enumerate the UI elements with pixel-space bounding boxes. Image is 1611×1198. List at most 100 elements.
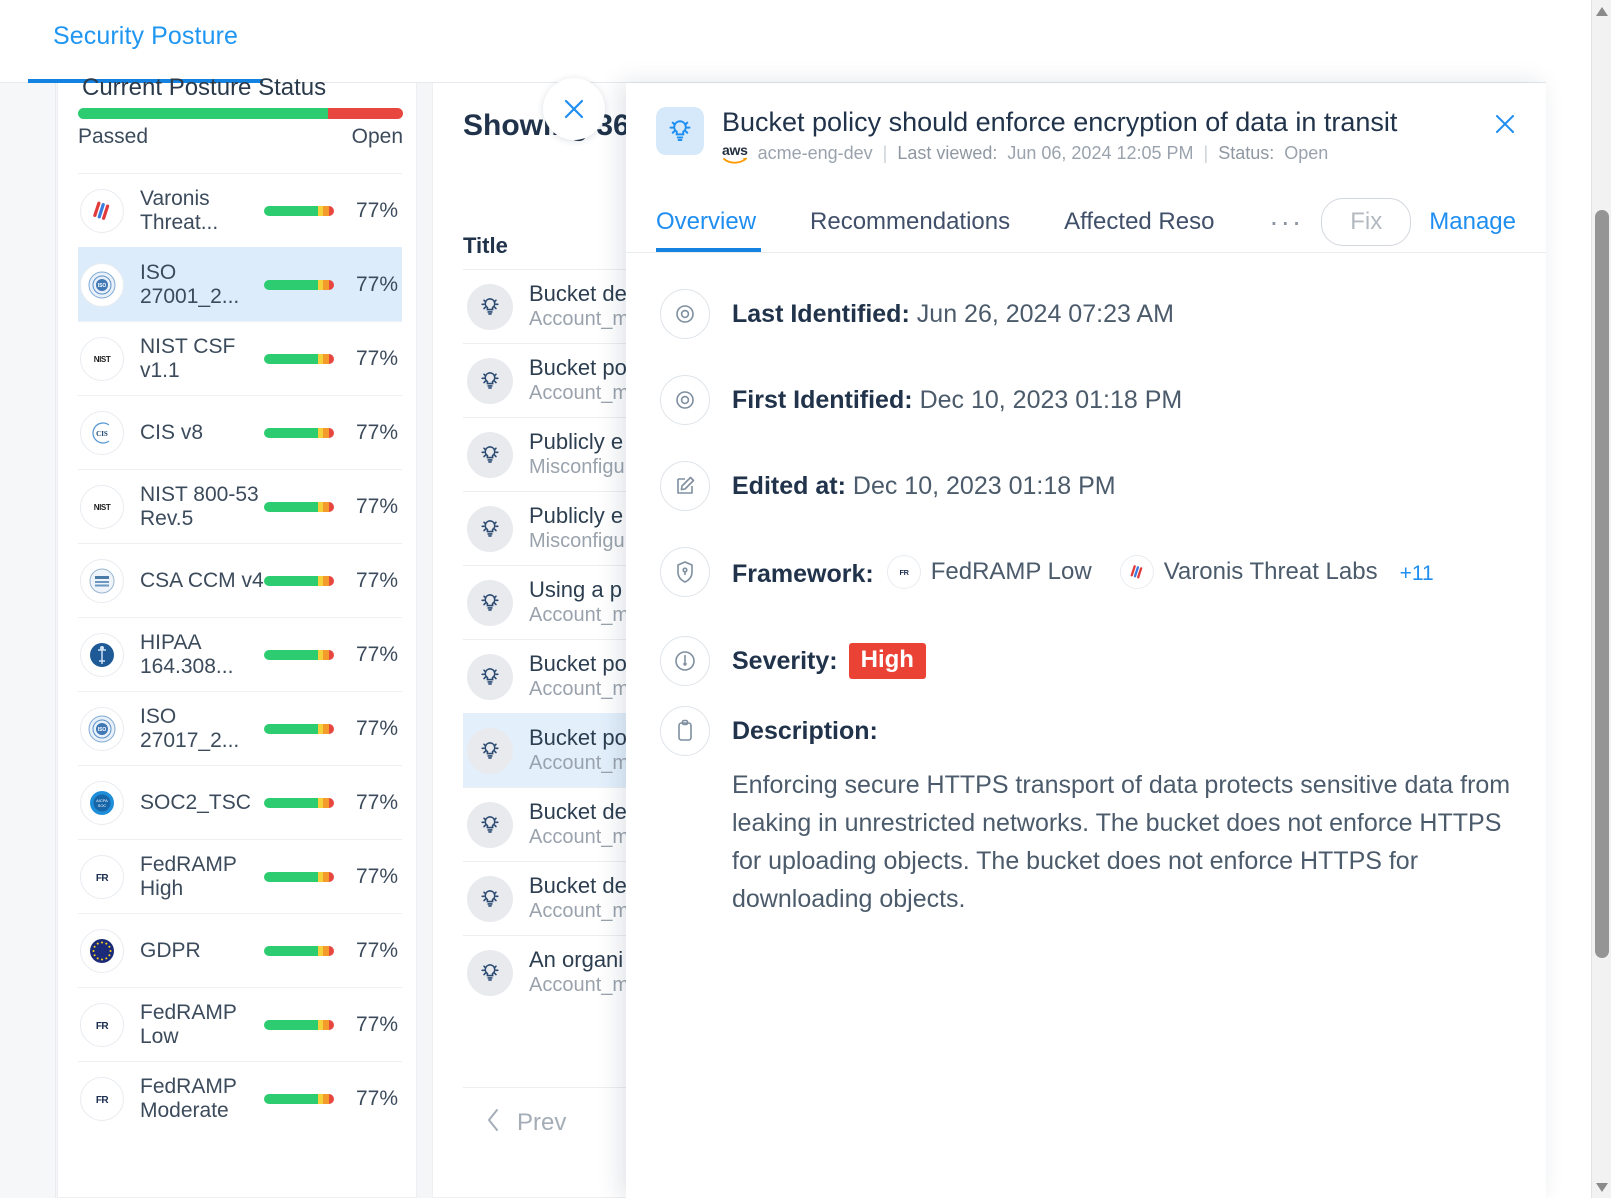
findings-row-subtitle: Account_m: [529, 974, 630, 996]
drawer-sub-divider-2: |: [1203, 143, 1209, 163]
varonis-logo-icon: [80, 188, 124, 233]
findings-column-title: Title: [463, 233, 508, 258]
framework-chip[interactable]: Varonis Threat Labs: [1119, 547, 1400, 597]
drawer-close-button[interactable]: [1490, 109, 1520, 139]
aws-logo-icon: aws: [722, 143, 748, 164]
framework-row[interactable]: ISO ISO 27017_2... 77%: [78, 691, 402, 765]
finding-bulb-icon: [656, 107, 704, 155]
svg-text:FR: FR: [899, 568, 909, 577]
drawer-tab[interactable]: Overview: [656, 191, 783, 252]
drawer-tab[interactable]: Recommendations: [783, 191, 1037, 252]
drawer-status-value: Open: [1284, 143, 1329, 163]
fedramp-logo-icon: FR: [886, 555, 921, 589]
framework-row-progress: [264, 871, 334, 882]
framework-row[interactable]: HIPAA 164.308... 77%: [78, 617, 402, 691]
posture-legend-open: Open: [351, 125, 403, 148]
svg-text:FR: FR: [96, 1095, 110, 1106]
scroll-down-arrow-icon[interactable]: [1592, 1176, 1611, 1198]
tab-security-posture-label: Security Posture: [53, 22, 239, 50]
svg-text:CIS: CIS: [96, 430, 108, 438]
finding-bulb-icon: [467, 357, 513, 404]
posture-legend-passed: Passed: [78, 125, 149, 148]
detail-last-identified: Last Identified: Jun 26, 2024 07:23 AM: [660, 289, 1512, 339]
detail-edited-at: Edited at: Dec 10, 2023 01:18 PM: [660, 461, 1512, 511]
findings-row-subtitle: Misconfigu: [529, 456, 625, 478]
framework-row-name: FedRAMP Moderate: [140, 1074, 237, 1122]
findings-row-title: An organi: [529, 947, 624, 972]
findings-row-subtitle: Account_m: [529, 308, 630, 330]
svg-text:FR: FR: [96, 873, 110, 884]
tab-security-posture[interactable]: Security Posture: [28, 0, 264, 83]
severity-badge: High: [848, 643, 926, 679]
finding-bulb-icon: [467, 431, 513, 478]
framework-row-name: SOC2_TSC: [140, 790, 251, 814]
fix-button[interactable]: Fix: [1321, 198, 1412, 246]
more-options-icon[interactable]: ···: [1269, 208, 1303, 236]
findings-row-title: Bucket po: [529, 355, 627, 380]
fedramp-logo-icon: FR: [80, 1002, 124, 1047]
scrollbar-thumb[interactable]: [1595, 210, 1609, 958]
varonis-logo-icon: [1119, 555, 1154, 589]
findings-row-title: Bucket po: [529, 725, 627, 750]
drawer-tab-label: Recommendations: [810, 207, 1011, 235]
drawer-sub-divider-1: |: [882, 143, 888, 163]
posture-status-bar: [78, 108, 403, 119]
framework-chip[interactable]: FR FedRAMP Low: [886, 547, 1114, 597]
findings-close-button[interactable]: [543, 78, 605, 140]
findings-row-subtitle: Account_m: [529, 604, 630, 626]
framework-row-progress: [264, 575, 334, 586]
svg-text:FR: FR: [96, 1021, 110, 1032]
framework-row[interactable]: AICPA SOC SOC2_TSC 77%: [78, 765, 402, 839]
drawer-account: acme-eng-dev: [757, 143, 873, 163]
framework-row[interactable]: NIST NIST CSF v1.1 77%: [78, 321, 402, 395]
framework-chip-name: FedRAMP Low: [930, 558, 1092, 585]
prev-page-chevron-icon[interactable]: [483, 1106, 503, 1139]
detail-framework: Framework: FR FedRAMP Low Varonis Threat L…: [660, 547, 1512, 600]
framework-row-percent: 77%: [355, 642, 398, 666]
finding-bulb-icon: [467, 653, 513, 700]
framework-row-name: ISO 27001_2...: [140, 260, 240, 308]
framework-row-percent: 77%: [355, 938, 398, 962]
framework-row[interactable]: CIS CIS v8 77%: [78, 395, 402, 469]
drawer-tab-bar[interactable]: Overview Recommendations Affected Reso ···…: [626, 191, 1546, 253]
framework-card-title: Current Posture Status: [82, 74, 327, 101]
drawer-tab-label: Affected Reso: [1064, 207, 1215, 235]
last-identified-label: Last Identified:: [732, 300, 910, 328]
edited-at-label: Edited at:: [732, 472, 846, 500]
framework-label: Framework:: [732, 559, 874, 588]
hipaa-logo-icon: [80, 632, 124, 677]
framework-row-progress: [264, 649, 334, 660]
drawer-tab[interactable]: Affected Reso: [1037, 191, 1241, 252]
page-vertical-scrollbar[interactable]: [1591, 0, 1611, 1198]
framework-chip-name: Varonis Threat Labs: [1163, 558, 1378, 585]
fedramp-logo-icon: FR: [80, 854, 124, 899]
framework-row[interactable]: CSA CCM v4 77%: [78, 543, 402, 617]
framework-row-percent: 77%: [355, 494, 398, 518]
framework-row[interactable]: FR FedRAMP Moderate 77%: [78, 1061, 402, 1135]
framework-row-percent: 77%: [355, 420, 398, 444]
gauge-icon: [660, 636, 710, 686]
framework-row[interactable]: NIST NIST 800-53 Rev.5 77%: [78, 469, 402, 543]
eye-target-icon: [660, 375, 710, 425]
findings-row-subtitle: Account_m: [529, 752, 630, 774]
framework-row-name: CIS v8: [140, 420, 204, 444]
iso-seal-icon: ISO: [80, 262, 124, 307]
framework-more-count[interactable]: +11: [1400, 549, 1434, 599]
framework-row[interactable]: FR FedRAMP High 77%: [78, 839, 402, 913]
framework-row[interactable]: FR FedRAMP Low 77%: [78, 987, 402, 1061]
finding-bulb-icon: [467, 949, 513, 996]
prev-page-label[interactable]: Prev: [517, 1109, 566, 1137]
findings-row-title: Bucket po: [529, 651, 627, 676]
scroll-up-arrow-icon[interactable]: [1592, 0, 1611, 22]
framework-row-name: FedRAMP Low: [140, 1000, 237, 1048]
drawer-subtitle: aws acme-eng-dev | Last viewed: Jun 06, …: [722, 143, 1516, 164]
framework-row[interactable]: ISO ISO 27001_2... 77%: [78, 247, 402, 321]
framework-row[interactable]: Varonis Threat... 77%: [78, 173, 402, 247]
framework-row-progress: [264, 427, 334, 438]
svg-text:NIST: NIST: [94, 503, 111, 512]
framework-row-progress: [264, 945, 334, 956]
manage-button[interactable]: Manage: [1429, 208, 1516, 236]
framework-row[interactable]: GDPR 77%: [78, 913, 402, 987]
framework-list[interactable]: Varonis Threat... 77% ISO ISO 27001_2... 77%…: [78, 173, 402, 1197]
first-identified-value: Dec 10, 2023 01:18 PM: [919, 386, 1183, 414]
